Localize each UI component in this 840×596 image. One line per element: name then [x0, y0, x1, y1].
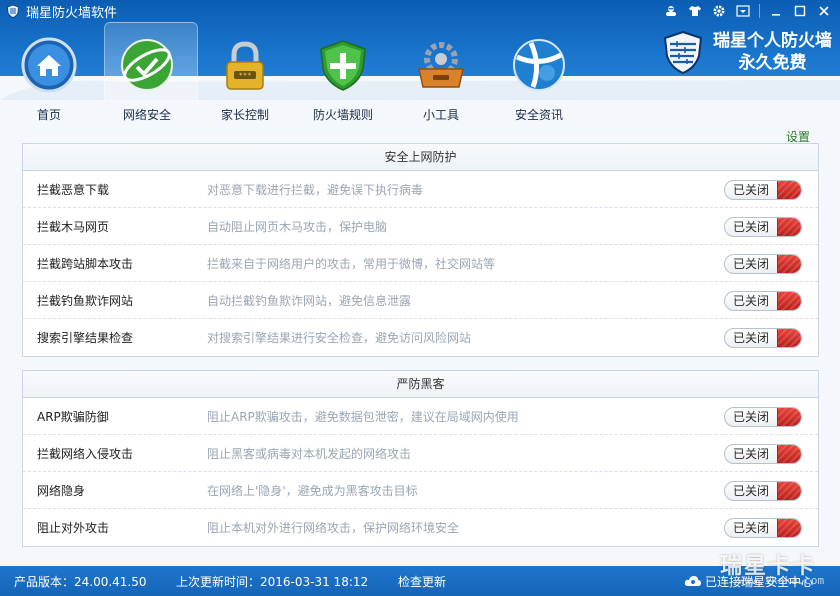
- feature-toggle[interactable]: 已关闭: [724, 254, 802, 274]
- toggle-state: 已关闭: [732, 294, 769, 308]
- shield-icon: [314, 36, 372, 94]
- feature-toggle[interactable]: 已关闭: [724, 291, 802, 311]
- feature-toggle[interactable]: 已关闭: [724, 481, 802, 501]
- minimize-icon[interactable]: [764, 1, 788, 21]
- toggle-state: 已关闭: [732, 521, 769, 535]
- last-update-time: 上次更新时间：2016-03-31 18:12: [176, 574, 369, 589]
- toggle-state: 已关闭: [732, 220, 769, 234]
- table-row: ARP欺骗防御 阻止ARP欺骗攻击，避免数据包泄密，建议在局域网内使用 已关闭: [23, 398, 818, 435]
- feature-name: 网络隐身: [37, 483, 86, 498]
- gear-icon[interactable]: [707, 1, 731, 21]
- lock-icon: ***: [216, 36, 274, 94]
- toggle-knob: [777, 445, 801, 463]
- table-row: 网络隐身 在网络上'隐身'，避免成为黑客攻击目标 已关闭: [23, 472, 818, 509]
- feature-toggle[interactable]: 已关闭: [724, 444, 802, 464]
- table-row: 搜索引擎结果检查 对搜索引擎结果进行安全检查，避免访问风险网站 已关闭: [23, 319, 818, 356]
- toggle-knob: [777, 329, 801, 347]
- nav-firewall-rules[interactable]: 防火墙规则: [294, 22, 392, 128]
- panel-title: 严防黑客: [23, 371, 818, 398]
- maximize-icon[interactable]: [788, 1, 812, 21]
- cloud-icon: [684, 576, 701, 586]
- feature-toggle[interactable]: 已关闭: [724, 407, 802, 427]
- tshirt-icon[interactable]: [683, 1, 707, 21]
- feature-toggle[interactable]: 已关闭: [724, 518, 802, 538]
- table-row: 拦截恶意下载 对恶意下载进行拦截，避免误下执行病毒 已关闭: [23, 171, 818, 208]
- feature-name: 拦截恶意下载: [37, 182, 110, 197]
- toggle-knob: [777, 255, 801, 273]
- toggle-state: 已关闭: [732, 484, 769, 498]
- nav-network-security[interactable]: 网络安全: [98, 22, 198, 128]
- panel-safe-browsing: 安全上网防护 拦截恶意下载 对恶意下载进行拦截，避免误下执行病毒 已关闭 拦截木…: [22, 143, 819, 357]
- feature-name: 拦截跨站脚本攻击: [37, 256, 134, 271]
- nav-label-tools: 小工具: [422, 108, 459, 122]
- table-row: 阻止对外攻击 阻止本机对外进行网络攻击，保护网络环境安全 已关闭: [23, 509, 818, 546]
- globe-icon: [510, 36, 568, 94]
- main-nav: 首页 网络安全 *** 家长控制 防火墙规则 小工具 安全资讯: [0, 22, 588, 128]
- toggle-knob: [777, 482, 801, 500]
- toggle-state: 已关闭: [732, 331, 769, 345]
- toggle-knob: [777, 408, 801, 426]
- feature-name: ARP欺骗防御: [37, 409, 109, 424]
- close-icon[interactable]: [812, 1, 836, 21]
- brand-subtitle: 永久免费: [738, 53, 807, 73]
- nav-label-firewall-rules: 防火墙规则: [312, 108, 373, 122]
- toggle-state: 已关闭: [732, 257, 769, 271]
- feature-toggle[interactable]: 已关闭: [724, 328, 802, 348]
- check-update-link[interactable]: 检查更新: [398, 573, 446, 590]
- window-title: 瑞星防火墙软件: [26, 5, 118, 21]
- panel-anti-hacker: 严防黑客 ARP欺骗防御 阻止ARP欺骗攻击，避免数据包泄密，建议在局域网内使用…: [22, 370, 819, 547]
- toggle-state: 已关闭: [732, 183, 769, 197]
- svg-text:***: ***: [239, 72, 252, 80]
- brand-shield-icon: [663, 30, 703, 74]
- cloud-connection-status: 已连接瑞星安全中心: [705, 574, 814, 589]
- nav-label-home: 首页: [36, 108, 61, 122]
- toggle-knob: [777, 218, 801, 236]
- title-bar[interactable]: 瑞星防火墙软件: [0, 0, 840, 22]
- nav-label-parental-control: 家长控制: [220, 108, 269, 122]
- nav-home[interactable]: 首页: [0, 22, 98, 128]
- panel-title: 安全上网防护: [23, 144, 818, 171]
- nav-label-security-news: 安全资讯: [514, 108, 563, 122]
- table-row: 拦截跨站脚本攻击 拦截来自于网络用户的攻击，常用于微博，社交网站等 已关闭: [23, 245, 818, 282]
- feature-name: 拦截网络入侵攻击: [37, 446, 134, 461]
- toggle-state: 已关闭: [732, 410, 769, 424]
- brand-block: 瑞星个人防火墙 永久免费: [661, 30, 832, 74]
- feature-name: 阻止对外攻击: [37, 521, 110, 535]
- feature-name: 拦截木马网页: [37, 219, 110, 234]
- home-icon: [20, 36, 78, 94]
- status-bar: 产品版本：24.00.41.50 上次更新时间：2016-03-31 18:12…: [0, 566, 840, 596]
- toggle-knob: [777, 181, 801, 199]
- toggle-state: 已关闭: [732, 447, 769, 461]
- brand-title: 瑞星个人防火墙: [713, 31, 832, 51]
- table-row: 拦截木马网页 自动阻止网页木马攻击，保护电脑 已关闭: [23, 208, 818, 245]
- product-version: 产品版本：24.00.41.50: [14, 574, 147, 589]
- table-row: 拦截钓鱼欺诈网站 自动拦截钓鱼欺诈网站，避免信息泄露 已关闭: [23, 282, 818, 319]
- menu-icon[interactable]: [731, 1, 755, 21]
- title-bar-divider: [759, 4, 760, 18]
- nav-security-news[interactable]: 安全资讯: [490, 22, 588, 128]
- feature-toggle[interactable]: 已关闭: [724, 217, 802, 237]
- nav-tools[interactable]: 小工具: [392, 22, 490, 128]
- nav-parental-control[interactable]: *** 家长控制: [196, 22, 294, 128]
- app-logo-icon: [7, 4, 19, 18]
- feature-toggle[interactable]: 已关闭: [724, 180, 802, 200]
- table-row: 拦截网络入侵攻击 阻止黑客或病毒对本机发起的网络攻击 已关闭: [23, 435, 818, 472]
- network-security-icon: [118, 36, 176, 94]
- feature-name: 搜索引擎结果检查: [37, 331, 134, 345]
- feature-name: 拦截钓鱼欺诈网站: [37, 293, 134, 308]
- skin-person-icon[interactable]: [659, 1, 683, 21]
- toggle-knob: [777, 519, 801, 537]
- toggle-knob: [777, 292, 801, 310]
- toolbox-icon: [412, 36, 470, 94]
- nav-label-network-security: 网络安全: [122, 108, 171, 122]
